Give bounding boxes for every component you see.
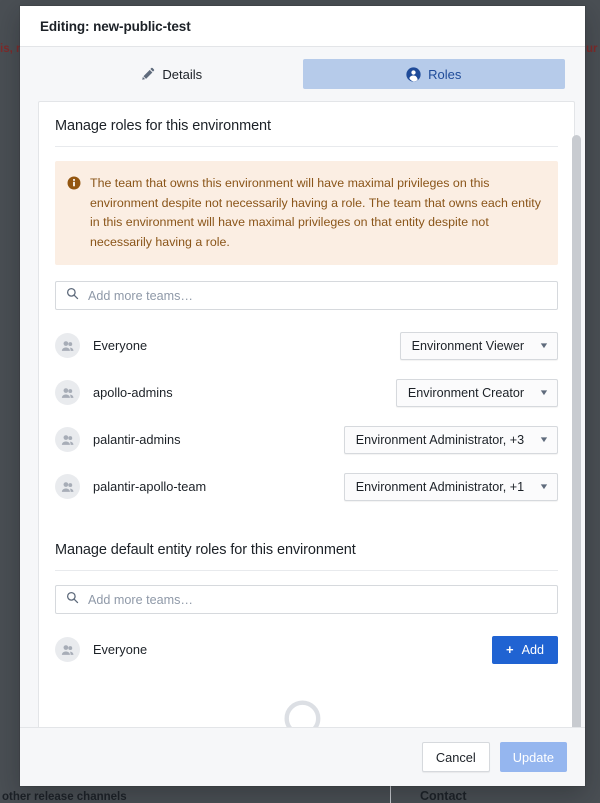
- roles-add-teams-search[interactable]: Add more teams…: [55, 281, 558, 310]
- pencil-icon: [140, 67, 155, 82]
- manage-roles-title: Manage roles for this environment: [55, 118, 271, 134]
- avatar: [55, 474, 80, 499]
- edit-environment-dialog: Editing: new-public-test Details Roles M…: [20, 6, 585, 786]
- section-divider: [55, 146, 558, 147]
- table-row: Everyone + Add: [55, 626, 558, 673]
- empty-state: [55, 673, 558, 727]
- background-left-text: is, no: [0, 43, 22, 55]
- team-name: apollo-admins: [93, 385, 173, 400]
- avatar: [55, 333, 80, 358]
- role-dropdown[interactable]: Environment Creator ▼: [395, 378, 558, 407]
- background-bottom-left-text: other release channels: [2, 791, 127, 803]
- table-row: palantir-apollo-team Environment Adminis…: [55, 463, 558, 510]
- role-dropdown[interactable]: Environment Administrator, +3 ▼: [343, 425, 558, 454]
- info-sign-icon: [67, 176, 81, 195]
- table-row: Everyone Environment Viewer ▼: [55, 322, 558, 369]
- default-entity-roles-title: Manage default entity roles for this env…: [55, 542, 356, 558]
- ownership-callout: The team that owns this environment will…: [55, 161, 558, 265]
- dialog-scroll-pane: Manage roles for this environment The te…: [38, 101, 575, 727]
- role-dropdown-value: Environment Viewer: [411, 338, 525, 353]
- team-name: palantir-apollo-team: [93, 479, 207, 494]
- add-team-button-label: Add: [521, 642, 544, 657]
- dialog-tabs: Details Roles: [20, 47, 585, 101]
- table-row: apollo-admins Environment Creator ▼: [55, 369, 558, 416]
- tab-details[interactable]: Details: [40, 59, 303, 89]
- role-dropdown-value: Environment Administrator, +3: [355, 432, 525, 447]
- roles-card: Manage roles for this environment The te…: [38, 101, 575, 727]
- update-button[interactable]: Update: [499, 742, 567, 772]
- default-entity-search-placeholder: Add more teams…: [88, 592, 193, 607]
- search-icon: [66, 287, 79, 305]
- dialog-header: Editing: new-public-test: [20, 6, 585, 47]
- role-dropdown[interactable]: Environment Administrator, +1 ▼: [343, 472, 558, 501]
- team-name: Everyone: [93, 642, 148, 657]
- body-scrollbar-thumb[interactable]: [572, 135, 581, 727]
- team-name: palantir-admins: [93, 432, 181, 447]
- user-circle-icon: [406, 66, 421, 82]
- background-bottom-right-text: Contact: [420, 789, 467, 803]
- ownership-callout-text: The team that owns this environment will…: [90, 176, 541, 249]
- dialog-body: Manage roles for this environment The te…: [20, 101, 585, 727]
- search-icon: [279, 695, 335, 727]
- default-entity-add-teams-search[interactable]: Add more teams…: [55, 585, 558, 614]
- chevron-down-icon: ▼: [538, 387, 550, 397]
- dialog-title: Editing: new-public-test: [40, 18, 191, 34]
- chevron-down-icon: ▼: [538, 434, 550, 444]
- table-row: palantir-admins Environment Administrato…: [55, 416, 558, 463]
- avatar: [55, 427, 80, 452]
- role-dropdown[interactable]: Environment Viewer ▼: [399, 331, 558, 360]
- default-entity-roles-section: Manage default entity roles for this env…: [55, 542, 558, 727]
- role-dropdown-value: Environment Creator: [407, 385, 525, 400]
- search-icon: [66, 591, 79, 609]
- section-divider: [55, 570, 558, 571]
- role-dropdown-value: Environment Administrator, +1: [355, 479, 525, 494]
- plus-icon: +: [505, 642, 514, 657]
- chevron-down-icon: ▼: [538, 481, 550, 491]
- tab-roles-label: Roles: [428, 66, 462, 82]
- tab-details-label: Details: [162, 66, 203, 82]
- cancel-button[interactable]: Cancel: [421, 742, 490, 772]
- roles-search-placeholder: Add more teams…: [88, 288, 193, 303]
- manage-roles-section: Manage roles for this environment The te…: [55, 118, 558, 510]
- dialog-footer: Cancel Update: [20, 727, 585, 786]
- avatar: [55, 637, 80, 662]
- tab-roles[interactable]: Roles: [302, 59, 565, 89]
- avatar: [55, 380, 80, 405]
- add-team-button[interactable]: + Add: [491, 635, 558, 664]
- team-name: Everyone: [93, 338, 148, 353]
- body-scrollbar-track[interactable]: [569, 107, 583, 727]
- chevron-down-icon: ▼: [538, 340, 550, 350]
- background-right-text: ur: [586, 43, 598, 55]
